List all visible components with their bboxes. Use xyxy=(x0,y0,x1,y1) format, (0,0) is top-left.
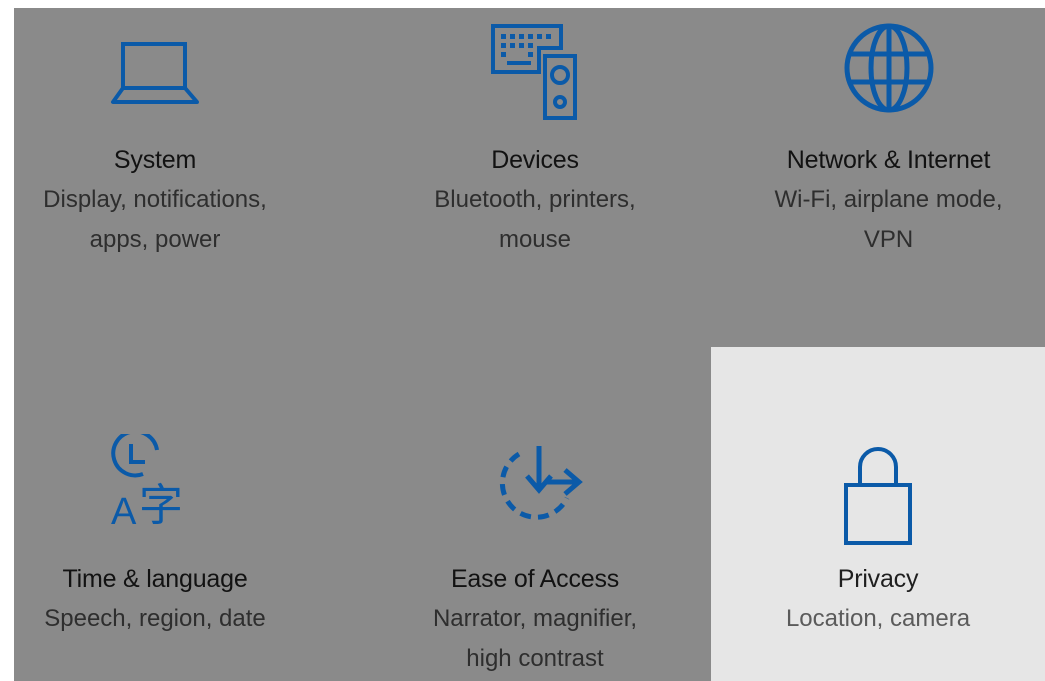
lock-icon xyxy=(844,447,912,545)
tile-title: System xyxy=(113,146,197,174)
tile-title: Devices xyxy=(491,146,579,174)
devices-icon xyxy=(491,24,577,120)
tile-ease-of-access[interactable]: Ease of Access Narrator, magnifier, high… xyxy=(394,348,676,681)
tile-privacy[interactable]: Privacy Location, camera xyxy=(711,347,1045,681)
tile-description: Narrator, magnifier, high contrast xyxy=(432,605,638,672)
tile-description: Bluetooth, printers, mouse xyxy=(434,186,636,253)
tile-title: Network & Internet xyxy=(786,146,991,174)
tile-title: Privacy xyxy=(837,565,919,593)
tile-description: Speech, region, date xyxy=(44,605,266,632)
svg-text:字: 字 xyxy=(139,480,183,531)
svg-text:A: A xyxy=(111,491,137,533)
tile-network-internet[interactable]: Network & Internet Wi-Fi, airplane mode,… xyxy=(732,8,1045,338)
tile-system[interactable]: System Display, notifications, apps, pow… xyxy=(14,8,296,338)
settings-category-grid: System Display, notifications, apps, pow… xyxy=(14,8,1045,681)
tile-description: Location, camera xyxy=(785,605,971,632)
tile-devices[interactable]: Devices Bluetooth, printers, mouse xyxy=(394,8,676,338)
time-language-icon: A 字 xyxy=(111,434,183,533)
ease-of-access-icon xyxy=(499,446,583,520)
tile-description: Wi-Fi, airplane mode, VPN xyxy=(774,186,1003,253)
globe-icon xyxy=(844,23,933,113)
tile-time-language[interactable]: A 字 Time & language Speech, region, date xyxy=(14,348,296,681)
tile-title: Time & language xyxy=(62,565,248,593)
tile-title: Ease of Access xyxy=(450,565,620,593)
tile-description: Display, notifications, apps, power xyxy=(43,186,267,253)
laptop-icon xyxy=(111,42,199,104)
